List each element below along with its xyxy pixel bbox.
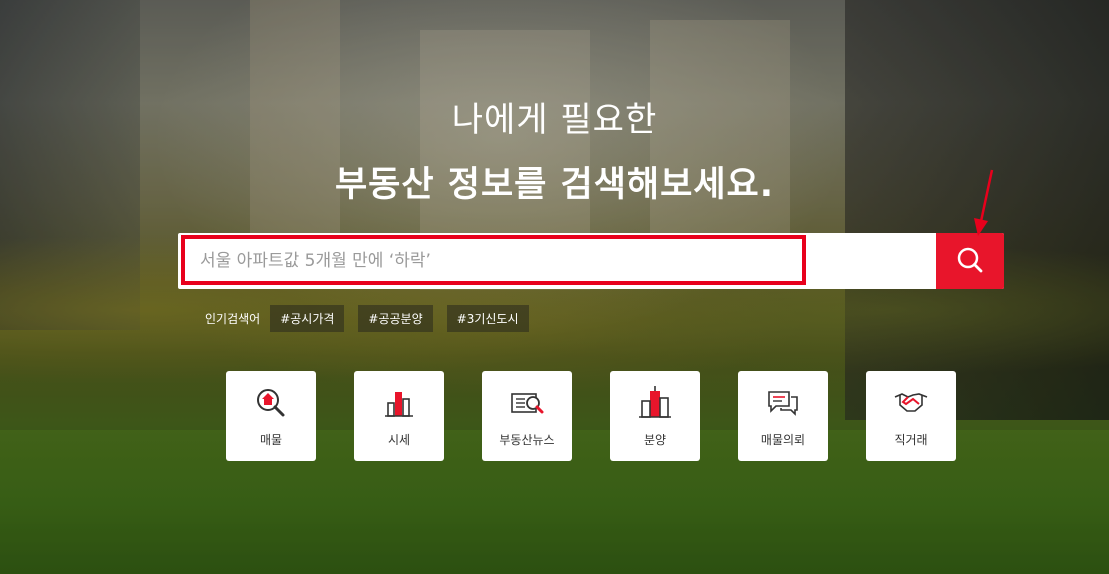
search-input[interactable] [178, 233, 936, 289]
category-card-news[interactable]: 부동산뉴스 [482, 371, 572, 461]
house-search-icon [253, 385, 289, 421]
chat-bubbles-icon [765, 385, 801, 421]
category-label: 매물의뢰 [760, 433, 806, 447]
category-card-presale[interactable]: 분양 [610, 371, 700, 461]
search-icon [955, 245, 985, 278]
category-label: 매물 [259, 433, 283, 447]
popular-tag[interactable]: #공시가격 [270, 304, 345, 332]
popular-searches: 인기검색어 #공시가격 #공공분양 #3기신도시 [205, 304, 543, 332]
bar-chart-icon [381, 385, 417, 421]
category-card-listing-request[interactable]: 매물의뢰 [738, 371, 828, 461]
hero-title-line1: 나에게 필요한 [451, 100, 658, 140]
popular-searches-label: 인기검색어 [205, 311, 261, 326]
search-bar [178, 233, 1004, 289]
category-label: 분양 [643, 433, 667, 447]
category-label: 직거래 [894, 433, 928, 447]
popular-tag[interactable]: #공공분양 [358, 304, 433, 332]
category-label: 시세 [387, 433, 411, 447]
category-card-prices[interactable]: 시세 [354, 371, 444, 461]
newspaper-search-icon [509, 385, 545, 421]
category-menu: 매물 시세 부동산뉴스 분양 매물의뢰 직거래 [226, 371, 956, 461]
category-label: 부동산뉴스 [499, 433, 555, 447]
search-button[interactable] [936, 233, 1004, 289]
popular-tag[interactable]: #3기신도시 [446, 304, 529, 332]
handshake-icon [893, 385, 929, 421]
hero-title-line2: 부동산 정보를 검색해보세요. [334, 165, 775, 205]
category-card-direct-deal[interactable]: 직거래 [866, 371, 956, 461]
building-icon [637, 385, 673, 421]
category-card-listings[interactable]: 매물 [226, 371, 316, 461]
